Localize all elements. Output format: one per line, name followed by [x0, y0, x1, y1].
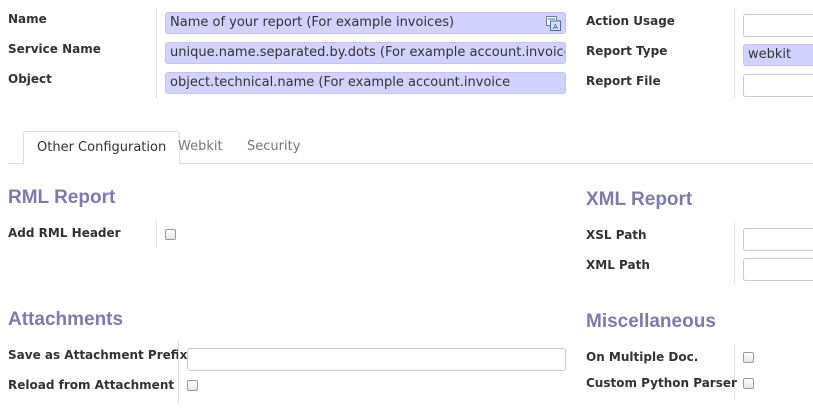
- xml-report-title: XML Report: [586, 189, 693, 210]
- reload-from-attachment-label: Reload from Attachment: [8, 378, 175, 392]
- name-field-value: Name of your report (For example invoice…: [170, 15, 455, 30]
- attachments-label-separator: [178, 342, 179, 402]
- rml-label-separator: [156, 221, 157, 247]
- service-name-field[interactable]: unique.name.separated.by.dots (For examp…: [165, 42, 566, 64]
- object-label: Object: [8, 72, 52, 86]
- object-field-value: object.technical.name (For example accou…: [170, 75, 511, 90]
- on-multiple-doc-label: On Multiple Doc.: [586, 350, 699, 364]
- report-file-field[interactable]: [743, 74, 813, 97]
- attachment-prefix-field[interactable]: [187, 348, 566, 371]
- name-field[interactable]: Name of your report (For example invoice…: [165, 12, 566, 34]
- report-file-label: Report File: [586, 74, 661, 88]
- miscellaneous-title: Miscellaneous: [586, 311, 716, 332]
- xsl-path-label: XSL Path: [586, 228, 647, 242]
- xml-path-label: XML Path: [586, 258, 650, 272]
- service-name-field-value: unique.name.separated.by.dots (For examp…: [170, 45, 566, 60]
- action-usage-field[interactable]: [743, 14, 813, 37]
- misc-label-separator: [734, 344, 735, 400]
- custom-python-parser-label: Custom Python Parser: [586, 376, 737, 390]
- custom-python-parser-checkbox[interactable]: [743, 378, 754, 389]
- on-multiple-doc-checkbox[interactable]: [743, 352, 754, 363]
- svg-text:A: A: [553, 23, 558, 31]
- tab-webkit[interactable]: Webkit: [165, 131, 236, 164]
- rml-report-title: RML Report: [8, 187, 116, 208]
- object-field[interactable]: object.technical.name (For example accou…: [165, 72, 566, 94]
- tab-security[interactable]: Security: [234, 131, 313, 164]
- add-rml-header-label: Add RML Header: [8, 226, 121, 240]
- xml-path-field[interactable]: [743, 258, 813, 281]
- add-rml-header-checkbox[interactable]: [165, 229, 176, 240]
- report-type-select[interactable]: webkit: [743, 44, 813, 66]
- xsl-path-field[interactable]: [743, 228, 813, 251]
- label-separator: [156, 8, 157, 98]
- action-usage-label: Action Usage: [586, 14, 675, 28]
- reload-from-attachment-checkbox[interactable]: [187, 380, 198, 391]
- xml-label-separator: [734, 223, 735, 283]
- attachment-prefix-label: Save as Attachment Prefix: [8, 348, 188, 362]
- report-type-value: webkit: [748, 47, 792, 62]
- report-type-label: Report Type: [586, 44, 668, 58]
- attachments-title: Attachments: [8, 309, 124, 330]
- translate-icon[interactable]: A: [546, 16, 561, 31]
- tab-other-configuration[interactable]: Other Configuration: [23, 131, 181, 164]
- name-label: Name: [8, 12, 47, 26]
- right-label-separator: [734, 8, 735, 98]
- service-name-label: Service Name: [8, 42, 101, 56]
